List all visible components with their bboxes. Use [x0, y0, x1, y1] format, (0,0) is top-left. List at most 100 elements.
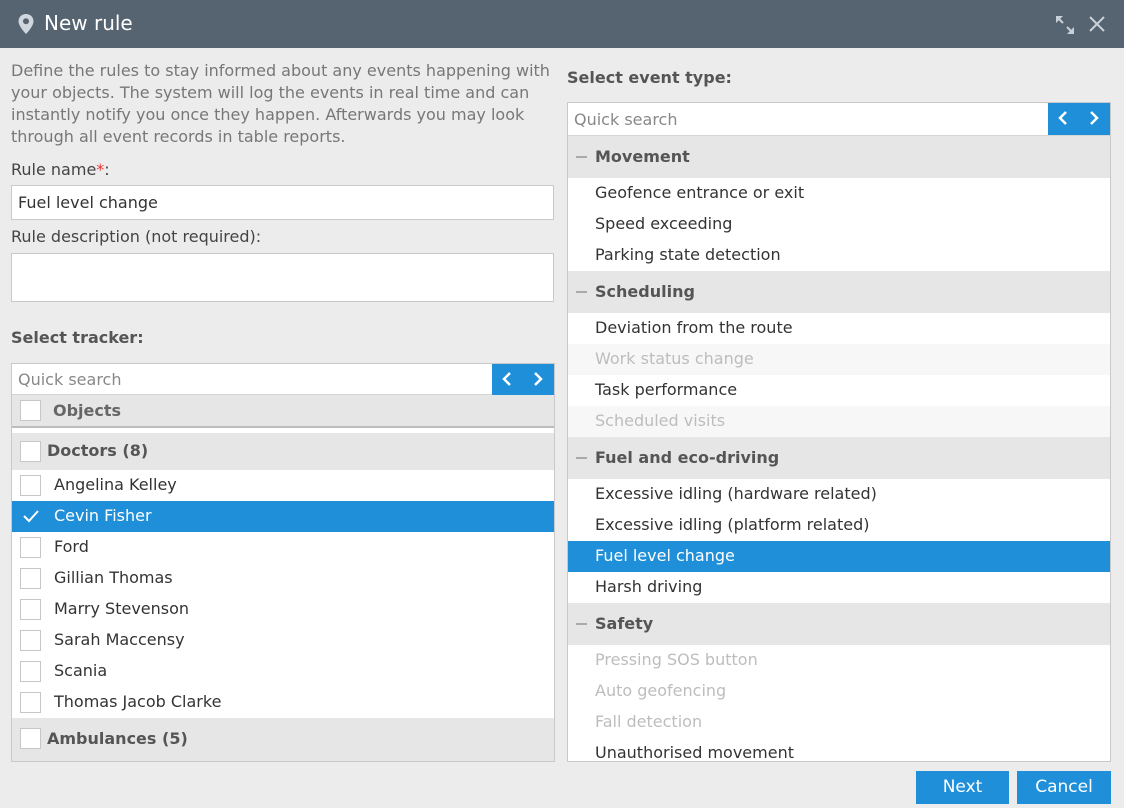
- close-icon[interactable]: [1087, 14, 1107, 34]
- chevron-left-icon: [1058, 111, 1067, 125]
- event-group-label: Movement: [595, 147, 690, 166]
- event-item-label: Fall detection: [595, 712, 703, 731]
- group-checkbox[interactable]: [20, 728, 41, 749]
- checkmark-icon[interactable]: [22, 509, 40, 523]
- event-item-unauthorised-movement[interactable]: Unauthorised movement: [568, 738, 1110, 762]
- event-item-geofence[interactable]: Geofence entrance or exit: [568, 178, 1110, 209]
- dialog-titlebar: New rule: [0, 0, 1124, 48]
- event-item-scheduled-visits: Scheduled visits: [568, 406, 1110, 437]
- maximize-icon[interactable]: [1054, 14, 1076, 36]
- event-item-label: Pressing SOS button: [595, 650, 758, 669]
- event-group-fuel-eco[interactable]: Fuel and eco-driving: [568, 437, 1110, 479]
- tracker-search-row: [12, 364, 554, 395]
- event-item-speed-exceeding[interactable]: Speed exceeding: [568, 209, 1110, 240]
- event-search-row: [568, 103, 1110, 136]
- item-label: Sarah Maccensy: [54, 630, 185, 649]
- event-item-sos-button: Pressing SOS button: [568, 645, 1110, 676]
- event-next-button[interactable]: [1079, 103, 1110, 134]
- event-item-label: Excessive idling (hardware related): [595, 484, 877, 503]
- event-group-label: Fuel and eco-driving: [595, 448, 780, 467]
- group-label: Ambulances (5): [47, 729, 188, 748]
- tracker-search-input[interactable]: [12, 364, 492, 394]
- rule-name-input[interactable]: [11, 185, 554, 220]
- event-item-deviation-route[interactable]: Deviation from the route: [568, 313, 1110, 344]
- event-item-label: Fuel level change: [595, 546, 735, 565]
- event-item-label: Parking state detection: [595, 245, 781, 264]
- event-item-label: Excessive idling (platform related): [595, 515, 870, 534]
- collapse-minus-icon[interactable]: [576, 156, 587, 158]
- rule-name-label: Rule name*:: [11, 160, 110, 179]
- rule-description-label: Rule description (not required):: [11, 227, 262, 246]
- event-item-auto-geofencing: Auto geofencing: [568, 676, 1110, 707]
- group-checkbox[interactable]: [20, 441, 41, 462]
- item-label: Cevin Fisher: [54, 506, 152, 525]
- rule-name-label-text: Rule name: [11, 160, 97, 179]
- item-label: Thomas Jacob Clarke: [54, 692, 222, 711]
- objects-header-label: Objects: [53, 401, 122, 420]
- rule-description-input[interactable]: [11, 253, 554, 302]
- event-group-label: Scheduling: [595, 282, 695, 301]
- event-item-label: Deviation from the route: [595, 318, 793, 337]
- tracker-item-ford[interactable]: Ford: [12, 532, 554, 563]
- event-item-idling-platform[interactable]: Excessive idling (platform related): [568, 510, 1110, 541]
- item-checkbox[interactable]: [20, 692, 41, 713]
- tracker-item-gillian-thomas[interactable]: Gillian Thomas: [12, 563, 554, 594]
- event-item-label: Task performance: [595, 380, 738, 399]
- tracker-group-ambulances[interactable]: Ambulances (5): [12, 718, 554, 761]
- event-item-harsh-driving[interactable]: Harsh driving: [568, 572, 1110, 603]
- chevron-right-icon: [1090, 111, 1099, 125]
- item-label: Marry Stevenson: [54, 599, 190, 618]
- item-checkbox[interactable]: [20, 661, 41, 682]
- item-label: Scania: [54, 661, 108, 680]
- collapse-minus-icon[interactable]: [576, 457, 587, 459]
- event-group-safety[interactable]: Safety: [568, 603, 1110, 645]
- item-checkbox[interactable]: [20, 630, 41, 651]
- cancel-button[interactable]: Cancel: [1017, 771, 1111, 804]
- chevron-left-icon: [502, 372, 511, 386]
- event-search-input[interactable]: [568, 103, 1048, 135]
- event-item-label: Unauthorised movement: [595, 743, 794, 762]
- tracker-item-sarah-maccensy[interactable]: Sarah Maccensy: [12, 625, 554, 656]
- next-button[interactable]: Next: [916, 771, 1009, 804]
- item-checkbox[interactable]: [20, 537, 41, 558]
- group-label: Doctors (8): [47, 441, 149, 460]
- objects-select-all-checkbox[interactable]: [20, 400, 41, 421]
- item-checkbox[interactable]: [20, 599, 41, 620]
- tracker-prev-button[interactable]: [492, 364, 523, 395]
- event-group-label: Safety: [595, 614, 654, 633]
- item-label: Angelina Kelley: [54, 475, 177, 494]
- event-item-idling-hardware[interactable]: Excessive idling (hardware related): [568, 479, 1110, 510]
- tracker-panel: Objects Doctors (8) Angelina Kelley Cevi…: [11, 363, 555, 762]
- tracker-item-scania[interactable]: Scania: [12, 656, 554, 687]
- event-item-work-status: Work status change: [568, 344, 1110, 375]
- tracker-group-doctors[interactable]: Doctors (8): [12, 433, 554, 470]
- item-checkbox[interactable]: [20, 568, 41, 589]
- event-item-label: Speed exceeding: [595, 214, 733, 233]
- item-checkbox[interactable]: [20, 475, 41, 496]
- map-pin-icon: [18, 14, 34, 34]
- event-type-panel: Movement Geofence entrance or exit Speed…: [567, 102, 1111, 762]
- select-event-type-heading: Select event type:: [567, 68, 732, 87]
- collapse-minus-icon[interactable]: [576, 291, 587, 293]
- event-item-label: Work status change: [595, 349, 754, 368]
- event-group-movement[interactable]: Movement: [568, 136, 1110, 178]
- tracker-next-button[interactable]: [523, 364, 554, 395]
- collapse-minus-icon[interactable]: [576, 623, 587, 625]
- event-group-scheduling[interactable]: Scheduling: [568, 271, 1110, 313]
- event-item-task-performance[interactable]: Task performance: [568, 375, 1110, 406]
- tracker-item-thomas-jacob-clarke[interactable]: Thomas Jacob Clarke: [12, 687, 554, 718]
- dialog-title: New rule: [44, 11, 133, 35]
- chevron-right-icon: [534, 372, 543, 386]
- rule-name-colon: :: [104, 160, 110, 179]
- event-nav-buttons: [1048, 103, 1110, 135]
- tracker-nav-buttons: [492, 364, 554, 395]
- event-item-parking-state[interactable]: Parking state detection: [568, 240, 1110, 271]
- tracker-item-cevin-fisher[interactable]: Cevin Fisher: [12, 501, 554, 532]
- event-prev-button[interactable]: [1048, 103, 1079, 134]
- objects-header: Objects: [12, 395, 554, 428]
- event-item-label: Geofence entrance or exit: [595, 183, 805, 202]
- event-item-label: Auto geofencing: [595, 681, 727, 700]
- tracker-item-angelina-kelley[interactable]: Angelina Kelley: [12, 470, 554, 501]
- tracker-item-marry-stevenson[interactable]: Marry Stevenson: [12, 594, 554, 625]
- event-item-fuel-level-change[interactable]: Fuel level change: [568, 541, 1110, 572]
